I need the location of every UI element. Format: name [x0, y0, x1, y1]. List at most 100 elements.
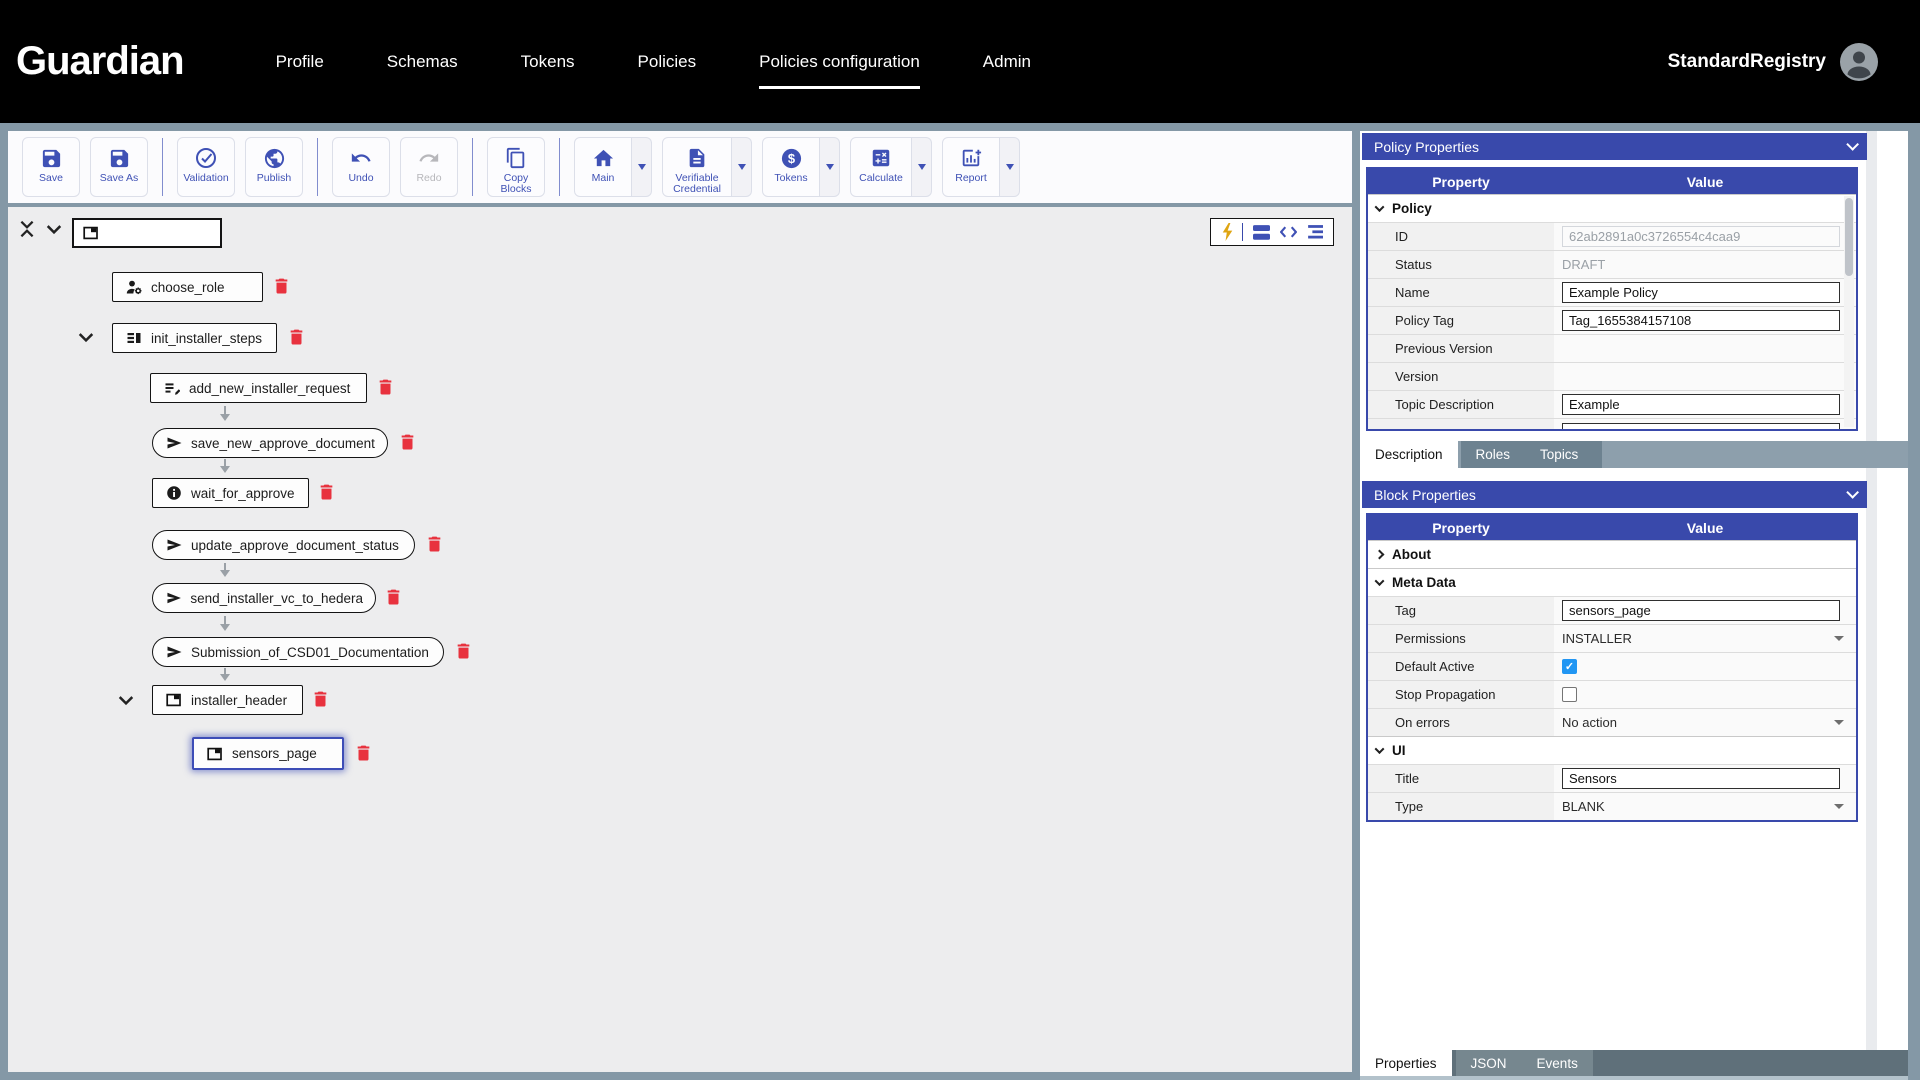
delete-icon[interactable] [400, 433, 415, 451]
toolbar-divider [559, 138, 560, 196]
publish-button[interactable]: Publish [245, 137, 303, 197]
table-row-id: ID 62ab2891a0c3726554c4caa9 [1368, 222, 1856, 250]
collapse-all-icon[interactable] [18, 220, 36, 238]
policy-tag-input[interactable]: Tag_1655384157108 [1562, 310, 1840, 331]
tab-topics[interactable]: Topics [1525, 441, 1603, 468]
nav-item-schemas[interactable]: Schemas [387, 52, 458, 72]
tab-properties[interactable]: Properties [1360, 1050, 1452, 1076]
tab-description[interactable]: Description [1360, 441, 1458, 468]
calculate-dropdown-arrow[interactable] [912, 137, 932, 197]
tab-events[interactable]: Events [1521, 1050, 1593, 1076]
blocks-view-icon[interactable] [1252, 224, 1270, 240]
block-choose-role[interactable]: choose_role [112, 272, 263, 302]
table-row-topic-description: Topic Description Example [1368, 390, 1856, 418]
type-select[interactable]: BLANK [1554, 793, 1856, 820]
block-send-installer-vc-to-hedera[interactable]: send_installer_vc_to_hedera [152, 583, 376, 613]
group-row-policy[interactable]: Policy [1368, 194, 1856, 222]
group-row-ui[interactable]: UI [1368, 736, 1856, 764]
table-row-title: Title Sensors [1368, 764, 1856, 792]
group-row-about[interactable]: About [1368, 540, 1856, 568]
chevron-down-icon [1005, 164, 1014, 170]
chevron-down-icon[interactable] [46, 224, 62, 235]
block-label: save_new_approve_document [191, 435, 375, 451]
table-scrollbar[interactable] [1844, 196, 1854, 427]
chevron-down-icon [1834, 636, 1844, 641]
save-as-button[interactable]: Save As [90, 137, 148, 197]
topic-description-input[interactable]: Example [1562, 394, 1840, 415]
block-sensors-page[interactable]: sensors_page [192, 737, 344, 770]
on-errors-select[interactable]: No action [1554, 709, 1856, 736]
policy-tabs: Description Roles Topics [1360, 441, 1908, 468]
tree-view-icon[interactable] [1306, 225, 1324, 239]
block-wait-for-approve[interactable]: wait_for_approve [152, 478, 309, 508]
chevron-down-icon[interactable] [78, 332, 94, 343]
chevron-down-icon[interactable] [118, 695, 134, 706]
permissions-select[interactable]: INSTALLER [1554, 625, 1856, 652]
delete-icon[interactable] [319, 483, 334, 501]
delete-icon[interactable] [289, 328, 304, 346]
user-avatar-icon[interactable] [1840, 42, 1878, 81]
group-row-meta-data[interactable]: Meta Data [1368, 568, 1856, 596]
default-active-checkbox[interactable] [1562, 659, 1577, 674]
nav-item-tokens[interactable]: Tokens [521, 52, 575, 72]
block-label: Submission_of_CSD01_Documentation [191, 644, 429, 660]
delete-icon[interactable] [313, 690, 328, 708]
value-column-header: Value [1686, 519, 1724, 536]
title-input[interactable]: Sensors [1562, 768, 1840, 789]
nav-item-admin[interactable]: Admin [983, 52, 1031, 72]
main-button[interactable]: Main [574, 137, 632, 197]
table-row-status: Status DRAFT [1368, 250, 1856, 278]
stop-propagation-checkbox[interactable] [1562, 687, 1577, 702]
verifiable-credential-button[interactable]: Verifiable Credential [662, 137, 732, 197]
report-dropdown-arrow[interactable] [1000, 137, 1020, 197]
block-update-approve-document-status[interactable]: update_approve_document_status [152, 530, 415, 560]
validation-button[interactable]: Validation [177, 137, 235, 197]
table-row-on-errors: On errors No action [1368, 708, 1856, 736]
tab-roles[interactable]: Roles [1460, 441, 1526, 468]
code-view-icon[interactable] [1279, 226, 1297, 238]
table-row-version: Version [1368, 362, 1856, 390]
report-button[interactable]: Report [942, 137, 1000, 197]
tab-json[interactable]: JSON [1455, 1050, 1522, 1076]
redo-button[interactable]: Redo [400, 137, 458, 197]
delete-icon[interactable] [274, 277, 289, 295]
block-init-installer-steps[interactable]: init_installer_steps [112, 323, 277, 353]
calculate-button-group: Calculate [850, 137, 932, 197]
verifiable-credential-dropdown-arrow[interactable] [732, 137, 752, 197]
delete-icon[interactable] [356, 744, 371, 762]
block-properties-header[interactable]: Block Properties [1362, 481, 1867, 508]
nav-item-profile[interactable]: Profile [276, 52, 324, 72]
report-chart-icon [960, 145, 982, 171]
toolbar-divider [472, 138, 473, 196]
root-container-block[interactable] [72, 218, 222, 248]
copy-blocks-button[interactable]: Copy Blocks [487, 137, 545, 197]
table-row-permissions: Permissions INSTALLER [1368, 624, 1856, 652]
block-add-new-installer-request[interactable]: add_new_installer_request [150, 373, 367, 403]
nav-item-policies-configuration[interactable]: Policies configuration [759, 52, 920, 89]
policy-toolbar: Save Save As Validation Publish Undo Red… [8, 131, 1352, 203]
block-save-new-approve-document[interactable]: save_new_approve_document [152, 428, 388, 458]
main-dropdown-arrow[interactable] [632, 137, 652, 197]
flash-icon[interactable] [1221, 223, 1233, 241]
panel-scrollbar[interactable] [1866, 131, 1877, 1050]
undo-button[interactable]: Undo [332, 137, 390, 197]
chevron-down-icon [1846, 138, 1859, 151]
tokens-dropdown-arrow[interactable] [820, 137, 840, 197]
chevron-down-icon [1374, 744, 1385, 755]
delete-icon[interactable] [427, 535, 442, 553]
delete-icon[interactable] [386, 588, 401, 606]
block-installer-header[interactable]: installer_header [152, 685, 303, 715]
tag-input[interactable]: sensors_page [1562, 600, 1840, 621]
tokens-button[interactable]: $ Tokens [762, 137, 820, 197]
save-as-icon [108, 145, 131, 171]
name-input[interactable]: Example Policy [1562, 282, 1840, 303]
delete-icon[interactable] [378, 378, 393, 396]
toolbar-divider [317, 138, 318, 196]
calculate-button[interactable]: Calculate [850, 137, 912, 197]
nav-item-policies[interactable]: Policies [638, 52, 697, 72]
home-icon [592, 145, 615, 171]
policy-properties-header[interactable]: Policy Properties [1362, 133, 1867, 160]
block-submission-of-csd01-documentation[interactable]: Submission_of_CSD01_Documentation [152, 637, 444, 667]
delete-icon[interactable] [456, 642, 471, 660]
save-button[interactable]: Save [22, 137, 80, 197]
